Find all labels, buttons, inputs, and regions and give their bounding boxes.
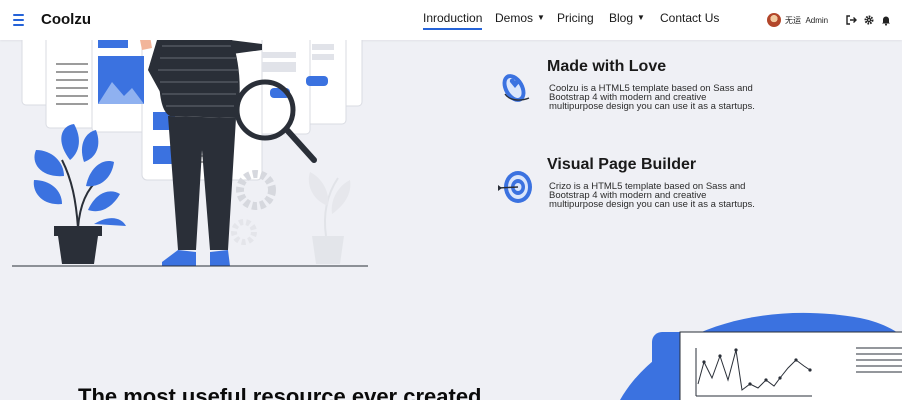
nav-item-pricing[interactable]: Pricing bbox=[557, 11, 594, 25]
nav-item-blog[interactable]: Blog ▼ bbox=[609, 11, 645, 25]
bell-icon[interactable] bbox=[880, 14, 892, 26]
target-icon bbox=[497, 171, 532, 203]
feature-description: Crizo is a HTML5 template based on Sass … bbox=[549, 181, 755, 210]
nav-item-label: Inroduction bbox=[423, 11, 483, 25]
nav-item-demos[interactable]: Demos ▼ bbox=[495, 11, 545, 25]
user-menu[interactable]: 无运 Admin bbox=[785, 15, 828, 26]
nav-item-label: Blog bbox=[609, 11, 634, 25]
menu-icon[interactable] bbox=[13, 14, 24, 26]
logout-icon[interactable] bbox=[845, 14, 857, 26]
feature-title: Made with Love bbox=[547, 58, 667, 75]
chevron-down-icon: ▼ bbox=[537, 13, 545, 22]
user-name: 无运 bbox=[785, 16, 801, 25]
nav-item-label: Contact Us bbox=[660, 11, 720, 25]
brand-logo[interactable]: Coolzu bbox=[41, 11, 91, 28]
section-heading: The most useful resource ever created bbox=[78, 384, 482, 400]
settings-icon[interactable] bbox=[863, 14, 875, 26]
analytics-illustration bbox=[620, 312, 902, 400]
top-navbar: Coolzu Inroduction Demos ▼ Pricing Blog ▼ … bbox=[0, 0, 902, 40]
hand-heart-icon bbox=[502, 74, 530, 102]
nav-item-introduction[interactable]: Inroduction bbox=[423, 11, 483, 30]
chevron-down-icon: ▼ bbox=[637, 13, 645, 22]
user-role: Admin bbox=[805, 16, 829, 25]
avatar[interactable] bbox=[767, 13, 781, 27]
feature-title: Visual Page Builder bbox=[547, 156, 697, 173]
feature-description: Coolzu is a HTML5 template based on Sass… bbox=[549, 83, 755, 112]
hero-illustration bbox=[12, 40, 368, 267]
nav-item-label: Demos bbox=[495, 11, 534, 25]
nav-item-label: Pricing bbox=[557, 11, 594, 25]
nav-item-contact[interactable]: Contact Us bbox=[660, 11, 719, 25]
